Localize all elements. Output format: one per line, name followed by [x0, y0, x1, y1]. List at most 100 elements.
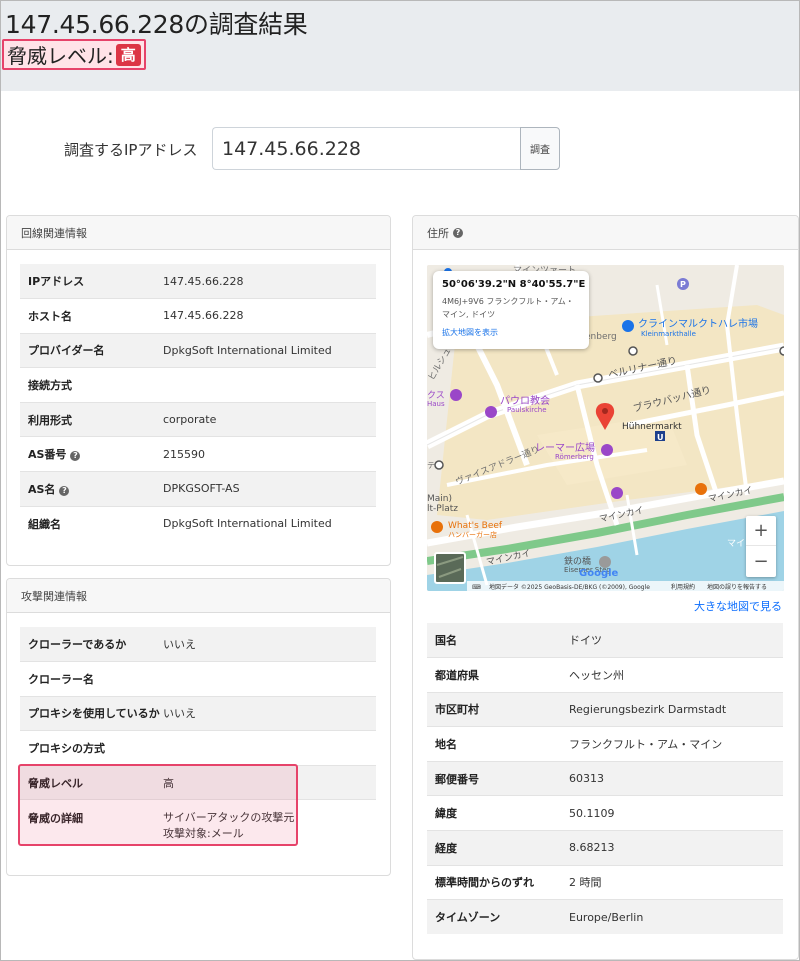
row-value — [163, 367, 376, 403]
ip-address-input[interactable] — [212, 127, 521, 170]
row-key: 国名 — [427, 623, 569, 658]
bigger-map-link[interactable]: 大きな地図で見る — [694, 598, 782, 614]
threat-level-badge: 高 — [115, 43, 141, 66]
keyboard-shortcuts-icon[interactable]: ⌨ — [472, 584, 481, 591]
table-row: IPアドレス 147.45.66.228 — [20, 264, 376, 299]
bus-stop-icon — [593, 373, 603, 383]
threat-level-header: 脅威レベル: 高 — [2, 39, 146, 70]
line-info-table: IPアドレス 147.45.66.228 ホスト名 147.45.66.228 プロ… — [20, 264, 376, 541]
satellite-toggle[interactable] — [434, 552, 466, 584]
row-key: 郵便番号 — [427, 760, 569, 796]
attack-info-header: 攻撃関連情報 — [7, 579, 390, 613]
landmark-icon — [601, 444, 613, 456]
subway-icon-label: U — [657, 433, 664, 442]
row-value: DpkgSoft International Limited — [163, 505, 376, 541]
row-value: 高 — [163, 764, 376, 800]
map-report-link[interactable]: 地図の誤りを報告する — [707, 583, 767, 591]
row-value: 8.68213 — [569, 830, 783, 866]
cafe-icon — [695, 483, 707, 495]
row-key-label: AS名 — [28, 482, 56, 496]
help-icon[interactable]: ? — [453, 227, 463, 238]
address-title: 住所 — [427, 226, 449, 240]
row-value: Regierungsbezirk Darmstadt — [569, 691, 783, 727]
row-key-label: AS番号 — [28, 448, 67, 462]
map-label-main-platz2: lt-Platz — [427, 504, 458, 514]
map-info-popup: 50°06'39.2"N 8°40'55.7"E 4M6J+9V6 フランクフル… — [433, 271, 589, 349]
popup-coordinates: 50°06'39.2"N 8°40'55.7"E — [442, 279, 586, 290]
row-key: プロキシを使用しているか — [20, 695, 163, 731]
table-row: 緯度 50.1109 — [427, 795, 783, 831]
row-key: 経度 — [427, 830, 569, 866]
row-key: 標準時間からのずれ — [427, 864, 569, 900]
threat-level-label: 脅威レベル: — [7, 44, 114, 68]
shopping-cart-icon — [622, 320, 634, 332]
row-value: いいえ — [163, 627, 376, 662]
row-value: サイバーアタックの攻撃元 攻撃対象:メール — [163, 799, 376, 848]
table-row: クローラーであるか いいえ — [20, 627, 376, 662]
help-icon[interactable]: ? — [59, 485, 70, 496]
table-row: 脅威レベル高 — [20, 764, 376, 800]
zoom-out-button[interactable]: − — [746, 546, 776, 576]
map-label-paul-sub: Paulskirche — [507, 406, 547, 414]
page-title: 147.45.66.228の調査結果 — [5, 10, 308, 39]
row-key: 利用形式 — [20, 401, 163, 437]
row-key: 市区町村 — [427, 691, 569, 727]
table-row: 接続方式 — [20, 367, 376, 403]
row-value: ドイツ — [569, 623, 783, 658]
row-value: DPKGSOFT-AS — [163, 471, 376, 507]
map-zoom-controls: + − — [746, 516, 776, 577]
row-key: 接続方式 — [20, 367, 163, 403]
restaurant-icon — [431, 521, 443, 533]
map-label-whatsbeef-sub: ハンバーガー店 — [448, 530, 497, 539]
map-label-mai: マイ — [727, 539, 745, 549]
row-key: 組織名 — [20, 505, 163, 541]
google-logo: Google — [579, 568, 619, 579]
row-key: AS名? — [20, 471, 163, 507]
help-icon[interactable]: ? — [70, 451, 81, 462]
table-row: 国名 ドイツ — [427, 623, 783, 658]
bus-stop-icon — [434, 460, 444, 470]
table-row: プロバイダー名 DpkgSoft International Limited — [20, 332, 376, 368]
zoom-in-button[interactable]: + — [746, 516, 776, 546]
table-row: AS番号? 215590 — [20, 436, 376, 472]
map-label-tte: テ — [427, 461, 435, 470]
table-row: 標準時間からのずれ 2 時間 — [427, 864, 783, 900]
table-row: 経度 8.68213 — [427, 830, 783, 866]
row-value: corporate — [163, 401, 376, 437]
row-key: 脅威レベル — [20, 764, 163, 800]
table-row: タイムゾーン Europe/Berlin — [427, 899, 783, 935]
line-info-header: 回線関連情報 — [7, 216, 390, 250]
row-value: Europe/Berlin — [569, 899, 783, 935]
search-label: 調査するIPアドレス — [64, 141, 198, 159]
row-key: クローラーであるか — [20, 627, 163, 662]
row-value: 147.45.66.228 — [163, 298, 376, 334]
attack-info-table: クローラーであるか いいえ クローラー名 プロキシを使用しているか いいえ プロキシ… — [20, 627, 376, 848]
table-row: ホスト名 147.45.66.228 — [20, 298, 376, 334]
bus-stop-icon — [779, 346, 784, 356]
row-value: 60313 — [569, 760, 783, 796]
map-label-huehner: Hühnermarkt — [622, 422, 682, 432]
threat-detail-line-1: サイバーアタックの攻撃元 — [163, 811, 295, 825]
row-value: 215590 — [163, 436, 376, 472]
map-label-roemer-sub: Römerberg — [555, 453, 594, 461]
table-row: 都道府県 ヘッセン州 — [427, 657, 783, 693]
row-key: 都道府県 — [427, 657, 569, 693]
church-icon — [485, 406, 497, 418]
search-button[interactable]: 調査 — [520, 127, 560, 170]
row-key: 緯度 — [427, 795, 569, 831]
row-value: ヘッセン州 — [569, 657, 783, 693]
museum-icon — [611, 487, 623, 499]
row-value: いいえ — [163, 695, 376, 731]
bus-stop-icon — [628, 346, 638, 356]
table-row: AS名? DPKGSOFT-AS — [20, 471, 376, 507]
popup-enlarge-link[interactable]: 拡大地図を表示 — [442, 327, 581, 338]
map-attribution: 地図データ ©2025 GeoBasis-DE/BKG (©2009), Goo… — [489, 583, 650, 591]
map-terms-link[interactable]: 利用規約 — [671, 583, 695, 591]
table-row: プロキシを使用しているか いいえ — [20, 695, 376, 731]
row-value: 147.45.66.228 — [163, 264, 376, 299]
row-value: 2 時間 — [569, 864, 783, 900]
parking-icon-label: P — [680, 280, 686, 289]
table-row: 郵便番号 60313 — [427, 760, 783, 796]
row-value: フランクフルト・アム・マイン — [569, 726, 783, 762]
table-row: 地名 フランクフルト・アム・マイン — [427, 726, 783, 762]
